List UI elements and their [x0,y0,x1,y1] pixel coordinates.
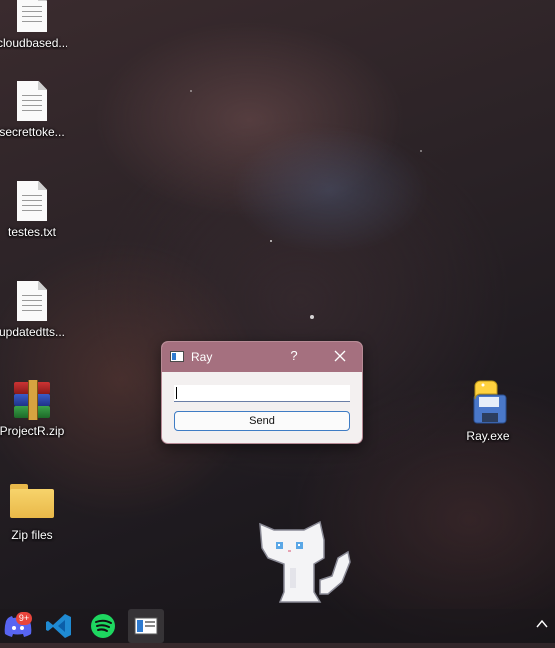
desktop-icon-label: cloudbased... [0,36,67,50]
star [310,315,314,319]
notification-badge: 9+ [16,612,32,625]
star [270,240,272,242]
desktop-icon-label: testes.txt [7,225,57,239]
taskbar: 9+ [0,609,555,643]
star [190,90,192,92]
chevron-up-icon [536,619,548,628]
desktop-icon-label: ProjectR.zip [0,424,65,438]
desktop-icon-label: Zip files [11,528,53,542]
window-app-icon [170,351,184,362]
taskbar-discord[interactable]: 9+ [0,609,36,643]
spotify-icon [91,614,115,638]
desktop-icon-zip-files[interactable]: Zip files [0,484,67,542]
text-file-icon [17,181,47,221]
winrar-archive-icon [10,380,54,420]
tray-overflow-button[interactable] [535,617,549,631]
desktop-icon-label: Ray.exe [466,429,510,443]
desktop-icon-updatedtts[interactable]: updatedtts... [0,281,67,339]
dialog-titlebar[interactable]: Ray ? [162,342,362,372]
text-file-icon [17,81,47,121]
star [420,150,422,152]
desktop-icon-ray-exe[interactable]: Ray.exe [453,377,523,443]
ray-app-icon [134,617,158,635]
desktop-icon-testes[interactable]: testes.txt [0,181,67,239]
close-icon [334,350,346,362]
desktop-icon-label: updatedtts... [0,325,66,339]
desktop-icon-label: secrettoke... [0,125,65,139]
text-file-icon [17,0,47,32]
text-file-icon [17,281,47,321]
ray-dialog: Ray ? Send [161,341,363,444]
pixel-cat-pet[interactable] [254,518,354,604]
desktop-icon-cloudbased[interactable]: cloudbased... [0,0,67,50]
taskbar-spotify[interactable] [85,609,121,643]
help-button[interactable]: ? [285,348,303,363]
vscode-icon [46,614,71,638]
taskbar-vscode[interactable] [41,609,77,643]
close-button[interactable] [330,346,350,366]
python-executable-icon [466,377,510,425]
taskbar-ray-app[interactable] [128,609,164,643]
text-caret [176,387,177,399]
desktop-icon-projectr-zip[interactable]: ProjectR.zip [0,380,67,438]
desktop-icon-secrettoken[interactable]: secrettoke... [0,81,67,139]
dialog-title: Ray [191,350,213,364]
send-button[interactable]: Send [174,411,350,431]
message-input[interactable] [174,385,350,402]
folder-icon [10,484,54,518]
